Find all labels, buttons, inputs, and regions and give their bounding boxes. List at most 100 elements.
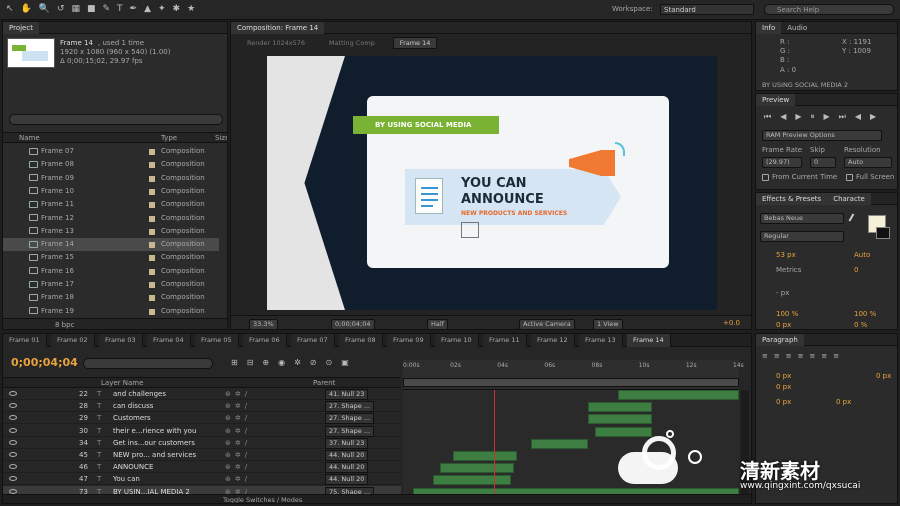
project-row[interactable]: Frame 18 Composition — [3, 291, 219, 304]
project-row[interactable]: Frame 08 Composition — [3, 158, 219, 171]
project-row[interactable]: Frame 07 Composition — [3, 145, 219, 158]
indent-first[interactable]: 0 px — [776, 383, 791, 391]
visibility-eye-icon[interactable] — [9, 452, 17, 457]
parent-select[interactable]: 41. Null 23 — [325, 389, 369, 400]
zoom-select[interactable]: 33.3% — [249, 319, 278, 329]
stroke-width-value[interactable]: - px — [776, 289, 789, 297]
project-row[interactable]: Frame 14 Composition — [3, 238, 219, 252]
layer-switches[interactable]: ⊛✲/ — [225, 473, 251, 485]
timeline-timecode[interactable]: 0;00;04;04 — [11, 356, 78, 369]
visibility-eye-icon[interactable] — [9, 415, 17, 421]
align-buttons[interactable]: ≡≡≡≡≡≡≡ — [762, 352, 892, 360]
baseline-shift-value[interactable]: 0 px — [776, 321, 791, 329]
tab-character-0[interactable]: Effects & Presets — [756, 193, 828, 205]
space-before[interactable]: 0 px — [776, 398, 791, 406]
layer-row[interactable]: 22 Tand challenges ⊛✲/41. Null 23 — [3, 388, 401, 400]
font-size-value[interactable]: 53 px — [776, 251, 796, 259]
playback-controls[interactable]: ⏮◀▶⏸▶⏭◀▶ — [764, 112, 892, 122]
tool-icons[interactable]: ↖✋🔍↺▦■✎T✒▲✦✱★ — [6, 4, 336, 16]
search-help-input[interactable]: Search Help — [764, 4, 894, 15]
time-ruler[interactable]: 0:00s 02s 04s 06s 08s 10s 12s 14s — [403, 360, 744, 390]
timeline-tab[interactable]: Frame 06 — [243, 334, 287, 347]
space-after[interactable]: 0 px — [836, 398, 851, 406]
parent-select[interactable]: 44. Null 20 — [325, 462, 369, 474]
project-row[interactable]: Frame 11 Composition — [3, 198, 219, 211]
toggle-switches-modes[interactable]: Toggle Switches / Modes — [223, 495, 302, 503]
layer-duration-bar[interactable] — [453, 451, 518, 461]
project-row[interactable]: Frame 15 Composition — [3, 251, 219, 264]
timeline-tab[interactable]: Frame 13 — [579, 334, 623, 347]
col-type[interactable]: Type — [161, 133, 177, 143]
frame-rate-select[interactable]: (29.97) — [762, 157, 802, 168]
layer-duration-bar[interactable] — [439, 463, 514, 474]
timeline-tab[interactable]: Frame 01 — [3, 334, 47, 347]
layer-switches[interactable]: ⊛✲/ — [225, 388, 251, 400]
label-swatch[interactable] — [149, 228, 155, 235]
tab-composition[interactable]: Composition: Frame 14 — [231, 22, 325, 34]
timeline-tab[interactable]: Frame 05 — [195, 334, 239, 347]
parent-select[interactable]: 44. Null 20 — [325, 450, 369, 461]
visibility-eye-icon[interactable] — [9, 391, 17, 396]
font-style-select[interactable]: Regular — [760, 231, 844, 242]
comp-canvas[interactable]: BY USING SOCIAL MEDIA YOU CAN ANNOUNCE N… — [267, 56, 717, 310]
layer-duration-bar[interactable] — [587, 414, 652, 425]
ram-preview-options[interactable]: RAM Preview Options — [762, 130, 882, 141]
resolution-select[interactable]: Auto — [844, 157, 892, 168]
parent-select[interactable]: 37. Null 23 — [325, 437, 369, 449]
comp-subtab[interactable]: Frame 14 — [392, 37, 438, 49]
timeline-tab[interactable]: Frame 07 — [291, 334, 335, 347]
project-row[interactable]: Frame 13 Composition — [3, 225, 219, 238]
timeline-tab[interactable]: Frame 11 — [483, 334, 527, 347]
label-swatch[interactable] — [149, 215, 155, 222]
visibility-eye-icon[interactable] — [9, 476, 17, 482]
leading-value[interactable]: Auto — [854, 251, 870, 259]
label-swatch[interactable] — [149, 202, 155, 209]
tab-paragraph[interactable]: Paragraph — [756, 334, 804, 346]
visibility-eye-icon[interactable] — [9, 439, 17, 445]
project-search-input[interactable] — [9, 114, 223, 125]
visibility-eye-icon[interactable] — [9, 488, 17, 494]
exposure-value[interactable]: +0.0 — [723, 316, 740, 329]
timeline-tab[interactable]: Frame 03 — [99, 334, 143, 347]
layer-duration-bar[interactable] — [530, 438, 588, 449]
layer-switches[interactable]: ⊛✲/ — [225, 400, 251, 412]
label-swatch[interactable] — [149, 175, 155, 182]
layer-duration-bar[interactable] — [587, 402, 652, 413]
project-row[interactable]: Frame 10 Composition — [3, 185, 219, 198]
kerning-value[interactable]: Metrics — [776, 266, 801, 274]
col-name[interactable]: Name — [19, 133, 40, 143]
parent-select[interactable]: 27. Shape ... — [325, 401, 375, 413]
visibility-eye-icon[interactable] — [9, 403, 17, 409]
layer-row[interactable]: 47 T You can ⊛✲/44. Null 20 — [3, 473, 401, 486]
timeline-tab[interactable]: Frame 08 — [339, 334, 383, 347]
label-swatch[interactable] — [149, 308, 155, 315]
label-swatch[interactable] — [149, 282, 155, 288]
label-swatch[interactable] — [149, 268, 155, 275]
eyedropper-icon[interactable] — [848, 213, 860, 225]
project-row[interactable]: Frame 19 Composition — [3, 305, 219, 318]
playhead-line[interactable] — [493, 390, 495, 494]
label-swatch[interactable] — [149, 149, 155, 155]
layer-row[interactable]: 46 T ANNOUNCE ⊛✲/44. Null 20 — [3, 461, 401, 474]
timeline-tab[interactable]: Frame 09 — [387, 334, 431, 347]
visibility-eye-icon[interactable] — [9, 427, 17, 433]
parent-select[interactable]: 27. Shape ... — [325, 425, 375, 437]
bpc-label[interactable]: 8 bpc — [55, 319, 74, 329]
layer-switches[interactable]: ⊛✲/ — [225, 449, 251, 461]
timeline-switch-icons[interactable]: ⊞⊟⊕◉✲⊘⊙▣ — [231, 358, 391, 369]
visibility-eye-icon[interactable] — [9, 464, 17, 470]
col-parent[interactable]: Parent — [313, 378, 335, 388]
vertical-scale-value[interactable]: 100 % — [776, 310, 798, 318]
horizontal-scale-value[interactable]: 100 % — [854, 310, 876, 318]
indent-right[interactable]: 0 px — [876, 372, 891, 380]
project-row[interactable]: Frame 12 Composition — [3, 212, 219, 225]
quality-select[interactable]: Half — [427, 319, 448, 329]
label-swatch[interactable] — [149, 188, 155, 195]
work-area-bar[interactable] — [403, 378, 739, 387]
layer-duration-bar[interactable] — [618, 390, 739, 400]
project-row[interactable]: Frame 17 Composition — [3, 278, 219, 291]
timeline-tab[interactable]: Frame 02 — [51, 334, 95, 347]
tab-info-1[interactable]: Audio — [781, 22, 813, 34]
parent-select[interactable]: 27. Shape ... — [325, 413, 375, 425]
tracking-value[interactable]: 0 — [854, 266, 858, 274]
